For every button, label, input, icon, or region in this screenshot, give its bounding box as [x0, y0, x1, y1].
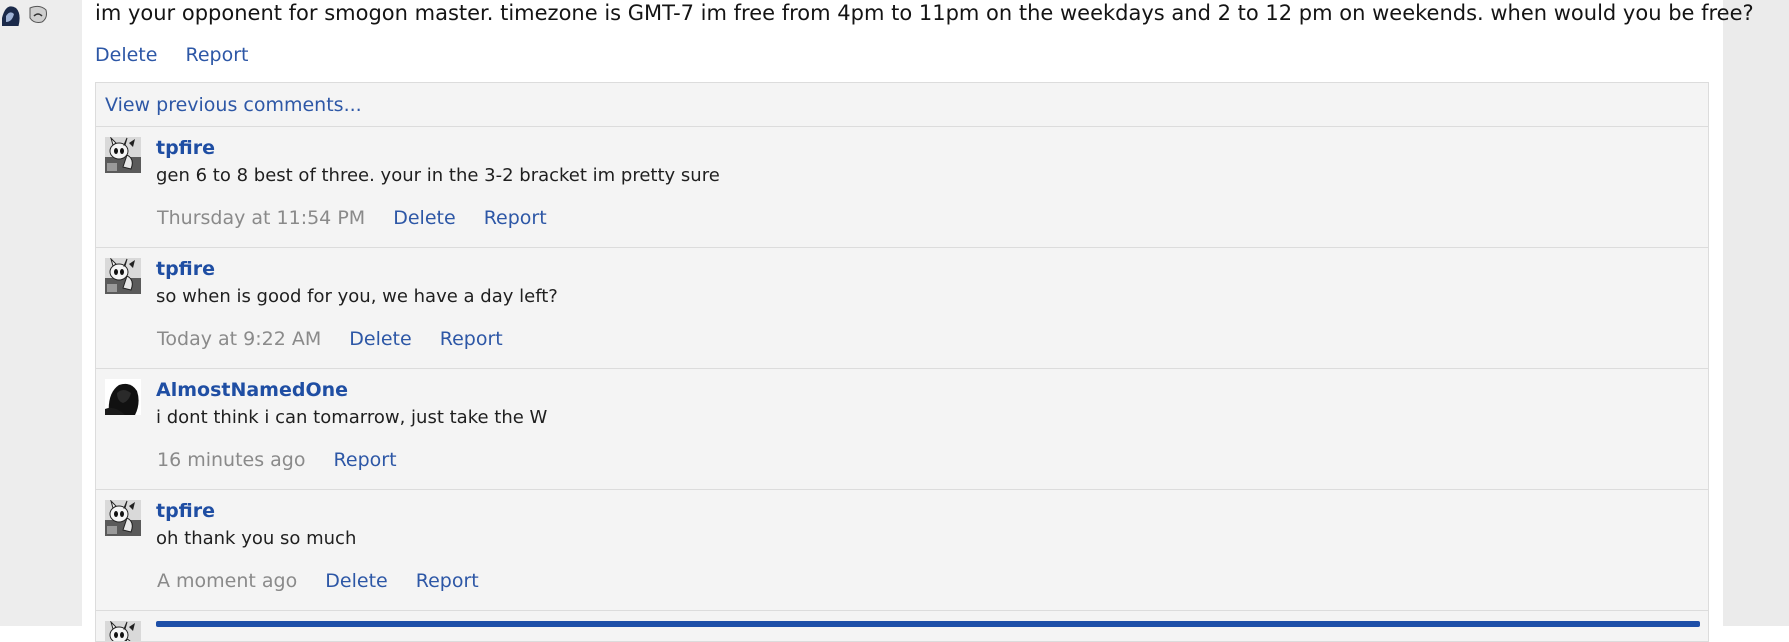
- comment-report-link[interactable]: Report: [416, 570, 479, 592]
- comment-meta: Thursday at 11:54 PM Delete Report: [157, 207, 569, 229]
- tpfire-avatar-icon: [105, 621, 141, 641]
- comment-delete-link[interactable]: Delete: [349, 328, 411, 350]
- comment-author[interactable]: AlmostNamedOne: [156, 379, 348, 401]
- post-author-avatar[interactable]: [0, 0, 52, 26]
- commenter-avatar[interactable]: [105, 500, 141, 536]
- post-actions: Delete Report: [95, 42, 270, 68]
- commenter-avatar[interactable]: [105, 137, 141, 173]
- view-previous-comments-link[interactable]: View previous comments...: [96, 83, 1708, 127]
- comment-time[interactable]: Today at 9:22 AM: [157, 328, 321, 350]
- comment-delete-link[interactable]: Delete: [325, 570, 387, 592]
- right-gutter: [1723, 0, 1789, 626]
- comments-section: View previous comments... tpfire gen 6 t…: [95, 82, 1709, 642]
- post-text: im your opponent for smogon master. time…: [95, 1, 1754, 25]
- reply-input[interactable]: [156, 621, 1700, 627]
- comment-meta: Today at 9:22 AM Delete Report: [157, 328, 525, 350]
- comment-time[interactable]: 16 minutes ago: [157, 449, 306, 471]
- post-author-avatar-icon: [0, 0, 52, 26]
- reply-row: [96, 611, 1708, 641]
- comment-text: oh thank you so much: [156, 528, 357, 549]
- comment-author[interactable]: tpfire: [156, 258, 215, 280]
- tpfire-avatar-icon: [105, 137, 141, 173]
- comment-item: tpfire gen 6 to 8 best of three. your in…: [96, 127, 1708, 248]
- comment-text: gen 6 to 8 best of three. your in the 3-…: [156, 165, 720, 186]
- tpfire-avatar-icon: [105, 500, 141, 536]
- comment-item: AlmostNamedOne i dont think i can tomarr…: [96, 369, 1708, 490]
- post-report-link[interactable]: Report: [185, 44, 248, 66]
- comment-time[interactable]: A moment ago: [157, 570, 297, 592]
- comment-author[interactable]: tpfire: [156, 500, 215, 522]
- tpfire-avatar-icon: [105, 258, 141, 294]
- comment-author[interactable]: tpfire: [156, 137, 215, 159]
- current-user-avatar: [105, 621, 141, 641]
- left-gutter: [0, 0, 82, 626]
- post-delete-link[interactable]: Delete: [95, 44, 157, 66]
- comment-report-link[interactable]: Report: [440, 328, 503, 350]
- comment-text: i dont think i can tomarrow, just take t…: [156, 407, 548, 428]
- comment-delete-link[interactable]: Delete: [393, 207, 455, 229]
- comment-item: tpfire so when is good for you, we have …: [96, 248, 1708, 369]
- comment-report-link[interactable]: Report: [484, 207, 547, 229]
- comment-meta: 16 minutes ago Report: [157, 449, 419, 471]
- almostnamedone-avatar-icon: [105, 379, 141, 415]
- comment-report-link[interactable]: Report: [334, 449, 397, 471]
- commenter-avatar[interactable]: [105, 379, 141, 415]
- comment-item: tpfire oh thank you so much A moment ago…: [96, 490, 1708, 611]
- commenter-avatar[interactable]: [105, 258, 141, 294]
- comment-meta: A moment ago Delete Report: [157, 570, 501, 592]
- comment-text: so when is good for you, we have a day l…: [156, 286, 558, 307]
- comment-time[interactable]: Thursday at 11:54 PM: [157, 207, 365, 229]
